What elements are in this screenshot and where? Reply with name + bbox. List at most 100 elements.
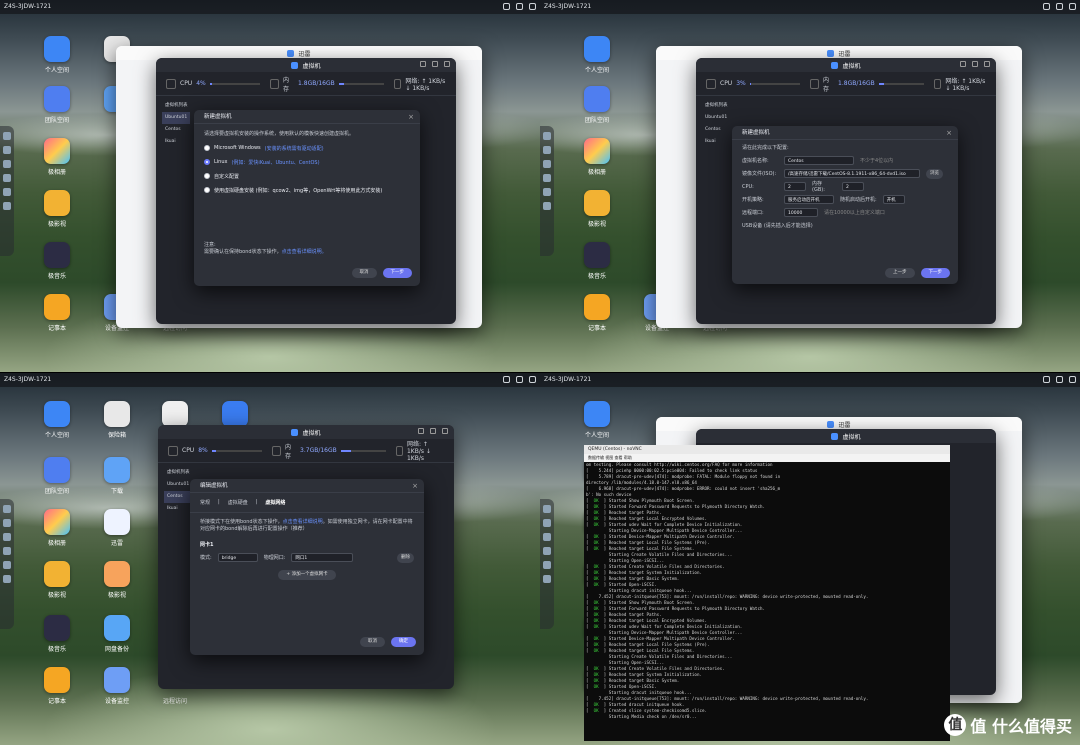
user-icon[interactable] [1056,376,1063,383]
dock-app-icon[interactable] [543,202,551,210]
desktop-app-music[interactable]: 极音乐 [32,615,82,653]
maximize-icon[interactable] [432,61,438,67]
dock-app-icon[interactable] [3,519,11,527]
vm-name-input[interactable]: Centos [784,156,854,165]
option-linux[interactable]: Linux (例如：爱快iKuai、Ubuntu、CentOS) [204,155,410,169]
settings-icon[interactable] [529,376,536,383]
notification-icon[interactable] [1043,376,1050,383]
dock-app-icon[interactable] [543,533,551,541]
desktop-app-download[interactable]: 下载 [92,457,142,495]
desktop-app-notes[interactable]: 记事本 [572,294,622,332]
cancel-button[interactable]: 取消 [360,637,385,647]
dock-app-icon[interactable] [3,132,11,140]
iso-input[interactable]: /高速存储/迅雷下载/CentOS-8.1.1911-x86_64-dvd1.i… [784,169,920,178]
delete-button[interactable]: 删除 [397,552,414,563]
desktop-app-music[interactable]: 极音乐 [32,242,82,280]
desktop-app-video[interactable]: 极影视 [32,561,82,599]
memory-select[interactable]: 2 [842,182,864,191]
desktop-app-photos[interactable]: 极相册 [32,138,82,176]
desktop-app-xunlei[interactable]: 迅雷 [92,509,142,547]
close-icon[interactable]: × [946,129,952,137]
user-icon[interactable] [1056,3,1063,10]
dock-app-icon[interactable] [543,174,551,182]
console-menu[interactable]: 数据传输 视图 查看 帮助 [584,454,950,462]
dock-app-icon[interactable] [3,547,11,555]
ok-button[interactable]: 确定 [391,637,416,647]
user-icon[interactable] [516,376,523,383]
dock-app-icon[interactable] [543,575,551,583]
next-button[interactable]: 下一步 [920,268,950,278]
desktop-app-backup[interactable]: 网盘备份 [92,615,142,653]
dock-app-icon[interactable] [543,547,551,555]
remote-port-input[interactable]: 10000 [784,208,818,217]
settings-icon[interactable] [529,3,536,10]
dock-app-icon[interactable] [3,188,11,196]
desktop-app-music[interactable]: 极音乐 [572,242,622,280]
mode-select[interactable]: bridge [217,553,258,562]
close-icon[interactable]: × [412,482,418,490]
dock-app-icon[interactable] [543,505,551,513]
tab-virtual-network[interactable]: 虚拟网络 [265,499,285,506]
vnc-console-window[interactable]: QEMU (Centos) - noVNC 数据传输 视图 查看 帮助 om t… [584,445,950,741]
tab-general[interactable]: 常规 [200,499,210,506]
close-icon[interactable]: × [408,113,414,121]
autostart-select[interactable]: 开机 [882,195,905,204]
cancel-button[interactable]: 取消 [351,268,377,278]
desktop-app-video-2[interactable]: 极影视 [92,561,142,599]
cpu-select[interactable]: 2 [784,182,806,191]
prev-button[interactable]: 上一步 [885,268,915,278]
desktop-app-personal[interactable]: 个人空间 [32,401,82,439]
dock-app-icon[interactable] [543,519,551,527]
desktop-app-photos[interactable]: 极相册 [572,138,622,176]
close-icon[interactable] [984,61,990,67]
desktop-app-video[interactable]: 极影视 [32,190,82,228]
desktop-app-notes[interactable]: 记事本 [32,667,82,705]
dock-app-icon[interactable] [3,533,11,541]
dock-app-icon[interactable] [543,160,551,168]
option-virtual-disk[interactable]: 使用虚拟硬盘安装 (例如：qcow2、img等，OpenWrt等将使用此方式安装… [204,183,410,197]
notification-icon[interactable] [503,3,510,10]
option-windows[interactable]: Microsoft Windows (安装的系统需有驱动适配) [204,141,410,155]
dock-app-icon[interactable] [3,505,11,513]
add-nic-button[interactable]: + 添加一个虚拟网卡 [278,570,336,580]
radio-icon[interactable] [204,173,210,179]
desktop-app-video[interactable]: 极影视 [572,190,622,228]
option-custom[interactable]: 自定义配置 [204,169,410,183]
desktop-app-personal[interactable]: 个人空间 [32,36,82,74]
radio-selected-icon[interactable] [204,159,210,165]
tab-virtual-disk[interactable]: 虚拟硬盘 [228,499,248,506]
dock-app-icon[interactable] [3,561,11,569]
next-button[interactable]: 下一步 [382,268,412,278]
dock-app-icon[interactable] [543,146,551,154]
dock-app-icon[interactable] [3,146,11,154]
dock-app-icon[interactable] [3,160,11,168]
desktop-app-personal[interactable]: 个人空间 [572,36,622,74]
physical-port-select[interactable]: 网口1 [291,553,354,562]
desktop-app-notes[interactable]: 记事本 [32,294,82,332]
desktop-app-team[interactable]: 团队空间 [32,86,82,124]
dock-app-icon[interactable] [543,188,551,196]
desktop-app-team[interactable]: 团队空间 [32,457,82,495]
settings-icon[interactable] [1069,376,1076,383]
desktop-app-safe[interactable]: 保险箱 [92,401,142,439]
minimize-icon[interactable] [418,428,424,434]
radio-icon[interactable] [204,145,210,151]
maximize-icon[interactable] [972,61,978,67]
desktop-app-personal[interactable]: 个人空间 [572,401,622,439]
desktop-app-team[interactable]: 团队空间 [572,86,622,124]
radio-icon[interactable] [204,187,210,193]
settings-icon[interactable] [1069,3,1076,10]
dock-app-icon[interactable] [543,561,551,569]
desktop-app-photos[interactable]: 极相册 [32,509,82,547]
minimize-icon[interactable] [420,61,426,67]
notice-link[interactable]: 点击查看详细说明。 [282,249,327,255]
browse-button[interactable]: 浏览 [926,168,943,179]
user-icon[interactable] [516,3,523,10]
boot-policy-select[interactable]: 服务启动后开机 [784,195,834,204]
desktop-app-monitor[interactable]: 设备监控 [92,667,142,705]
dock-app-icon[interactable] [3,575,11,583]
maximize-icon[interactable] [430,428,436,434]
dock-app-icon[interactable] [543,132,551,140]
close-icon[interactable] [442,428,448,434]
dock-app-icon[interactable] [3,174,11,182]
